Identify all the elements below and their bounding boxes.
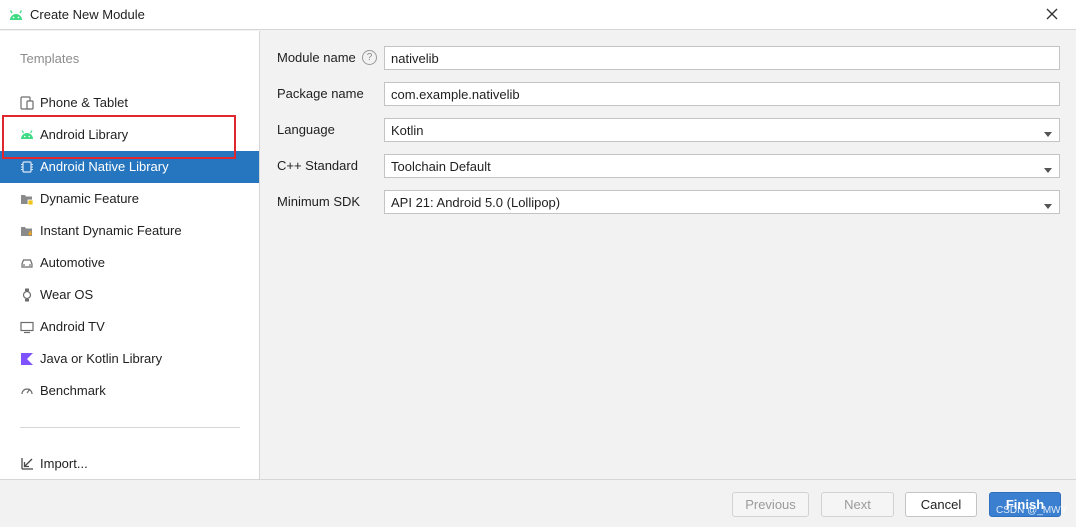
minimum-sdk-value: API 21: Android 5.0 (Lollipop): [391, 195, 561, 210]
cpp-standard-value: Toolchain Default: [391, 159, 491, 174]
chevron-down-icon: [1043, 127, 1053, 137]
next-button[interactable]: Next: [821, 492, 894, 517]
close-icon[interactable]: [1044, 6, 1060, 22]
sidebar-item-label: Automotive: [40, 255, 106, 270]
package-name-label: Package name: [277, 86, 364, 101]
templates-heading: Templates: [20, 51, 80, 66]
cpp-standard-select[interactable]: Toolchain Default: [384, 154, 1060, 178]
import-button[interactable]: Import...: [0, 448, 259, 480]
gauge-icon: [20, 384, 34, 398]
sidebar-item-wear-os[interactable]: Wear OS: [0, 279, 259, 311]
language-select[interactable]: Kotlin: [384, 118, 1060, 142]
language-label: Language: [277, 122, 335, 137]
sidebar-item-dynamic-feature[interactable]: Dynamic Feature: [0, 183, 259, 215]
sidebar-item-automotive[interactable]: Automotive: [0, 247, 259, 279]
chevron-down-icon: [1043, 199, 1053, 209]
templates-sidebar: Templates Phone & Tablet Android Library: [0, 31, 260, 479]
car-icon: [20, 256, 34, 270]
language-row: Language Kotlin: [261, 118, 1076, 142]
chevron-down-icon: [1043, 163, 1053, 173]
cpp-standard-label: C++ Standard: [277, 158, 358, 173]
minimum-sdk-select[interactable]: API 21: Android 5.0 (Lollipop): [384, 190, 1060, 214]
watch-icon: [20, 288, 34, 302]
module-form: Module name ? Package name Language Kotl…: [261, 31, 1076, 479]
sidebar-item-label: Benchmark: [40, 383, 106, 398]
module-name-label: Module name: [277, 50, 356, 65]
sidebar-item-benchmark[interactable]: Benchmark: [0, 375, 259, 407]
folder-icon: [20, 224, 34, 238]
package-name-row: Package name: [261, 82, 1076, 106]
import-label: Import...: [40, 456, 88, 471]
sidebar-divider: [20, 427, 240, 428]
sidebar-item-android-tv[interactable]: Android TV: [0, 311, 259, 343]
native-library-icon: [20, 160, 34, 174]
package-name-input[interactable]: [384, 82, 1060, 106]
android-icon: [8, 8, 24, 22]
sidebar-item-label: Android Native Library: [40, 159, 169, 174]
previous-button[interactable]: Previous: [732, 492, 809, 517]
language-value: Kotlin: [391, 123, 424, 138]
sidebar-item-instant-dynamic-feature[interactable]: Instant Dynamic Feature: [0, 215, 259, 247]
module-name-row: Module name ?: [261, 46, 1076, 70]
sidebar-item-java-kotlin-library[interactable]: Java or Kotlin Library: [0, 343, 259, 375]
phone-tablet-icon: [20, 96, 34, 110]
cancel-button[interactable]: Cancel: [905, 492, 977, 517]
minimum-sdk-row: Minimum SDK API 21: Android 5.0 (Lollipo…: [261, 190, 1076, 214]
sidebar-item-label: Instant Dynamic Feature: [40, 223, 182, 238]
help-icon[interactable]: ?: [362, 50, 377, 65]
import-icon: [20, 457, 34, 471]
module-name-input[interactable]: [384, 46, 1060, 70]
sidebar-item-label: Dynamic Feature: [40, 191, 139, 206]
sidebar-item-label: Phone & Tablet: [40, 95, 128, 110]
sidebar-item-label: Android TV: [40, 319, 105, 334]
tv-icon: [20, 320, 34, 334]
highlight-annotation: [2, 115, 236, 159]
kotlin-icon: [20, 352, 34, 366]
minimum-sdk-label: Minimum SDK: [277, 194, 361, 209]
sidebar-item-label: Wear OS: [40, 287, 94, 302]
window-title: Create New Module: [30, 7, 145, 22]
sidebar-item-label: Java or Kotlin Library: [40, 351, 163, 366]
cpp-standard-row: C++ Standard Toolchain Default: [261, 154, 1076, 178]
dialog-footer: Previous Next Cancel Finish: [0, 479, 1076, 527]
folder-icon: [20, 192, 34, 206]
title-bar: Create New Module: [0, 0, 1076, 30]
finish-button[interactable]: Finish: [989, 492, 1061, 517]
